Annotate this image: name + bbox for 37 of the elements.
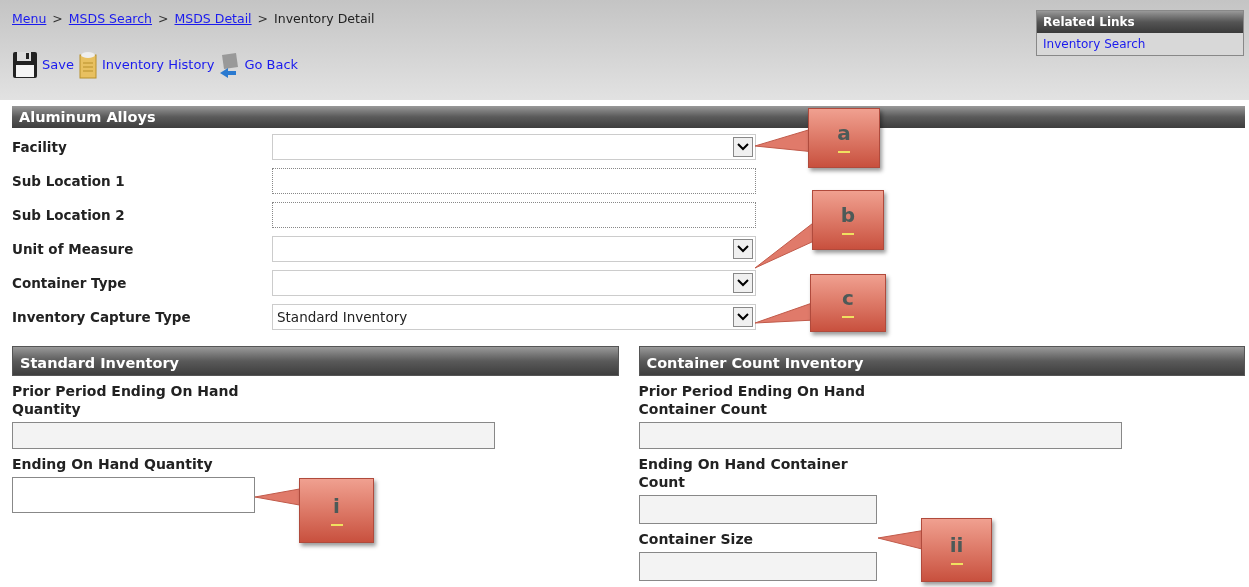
callout: c bbox=[810, 274, 886, 332]
field-label: Container Type bbox=[12, 273, 128, 293]
input-field[interactable] bbox=[272, 168, 756, 194]
field-label: Unit of Measure bbox=[12, 239, 135, 259]
field-label: Ending On Hand Quantity bbox=[12, 455, 214, 473]
breadcrumb-separator: > bbox=[257, 10, 269, 28]
field-label: Prior Period Ending On Hand Container Count bbox=[638, 382, 866, 418]
field-label: Sub Location 1 bbox=[12, 171, 126, 191]
breadcrumb-link[interactable]: Menu bbox=[12, 10, 47, 29]
callout: i bbox=[299, 478, 374, 543]
section-header: Standard Inventory bbox=[12, 346, 619, 376]
scroll-arrow-icon bbox=[218, 50, 241, 79]
callout: b bbox=[812, 190, 884, 250]
toolbar-link[interactable]: Inventory History bbox=[101, 55, 215, 75]
field-label: Prior Period Ending On Hand Quantity bbox=[12, 382, 240, 418]
breadcrumb-separator: > bbox=[52, 10, 63, 28]
input-field[interactable] bbox=[272, 202, 756, 228]
input-field[interactable] bbox=[12, 477, 255, 513]
field-label: Ending On Hand Container Count bbox=[638, 455, 849, 491]
toolbar-link[interactable]: Save bbox=[42, 55, 74, 75]
section-header: Aluminum Alloys bbox=[12, 106, 1245, 128]
dropdown[interactable]: Standard Inventory bbox=[272, 304, 756, 330]
breadcrumb-link[interactable]: MSDS Search bbox=[68, 10, 152, 29]
section-header: Container Count Inventory bbox=[638, 346, 1245, 376]
callout: ii bbox=[921, 518, 992, 582]
field-label: Facility bbox=[12, 137, 68, 157]
breadcrumb-current: Inventory Detail bbox=[274, 10, 375, 28]
callout: a bbox=[808, 108, 880, 168]
notepad-icon bbox=[77, 50, 98, 79]
field-label: Container Size bbox=[638, 530, 755, 548]
toolbar-link[interactable]: Go Back bbox=[244, 55, 299, 75]
field-label: Sub Location 2 bbox=[12, 205, 126, 225]
field-label: Inventory Capture Type bbox=[12, 307, 192, 327]
related-links-title: Related Links bbox=[1037, 11, 1243, 33]
related-link[interactable]: Inventory Search bbox=[1037, 33, 1243, 55]
breadcrumb-separator: > bbox=[158, 10, 169, 28]
breadcrumb-link[interactable]: MSDS Detail bbox=[174, 10, 252, 29]
